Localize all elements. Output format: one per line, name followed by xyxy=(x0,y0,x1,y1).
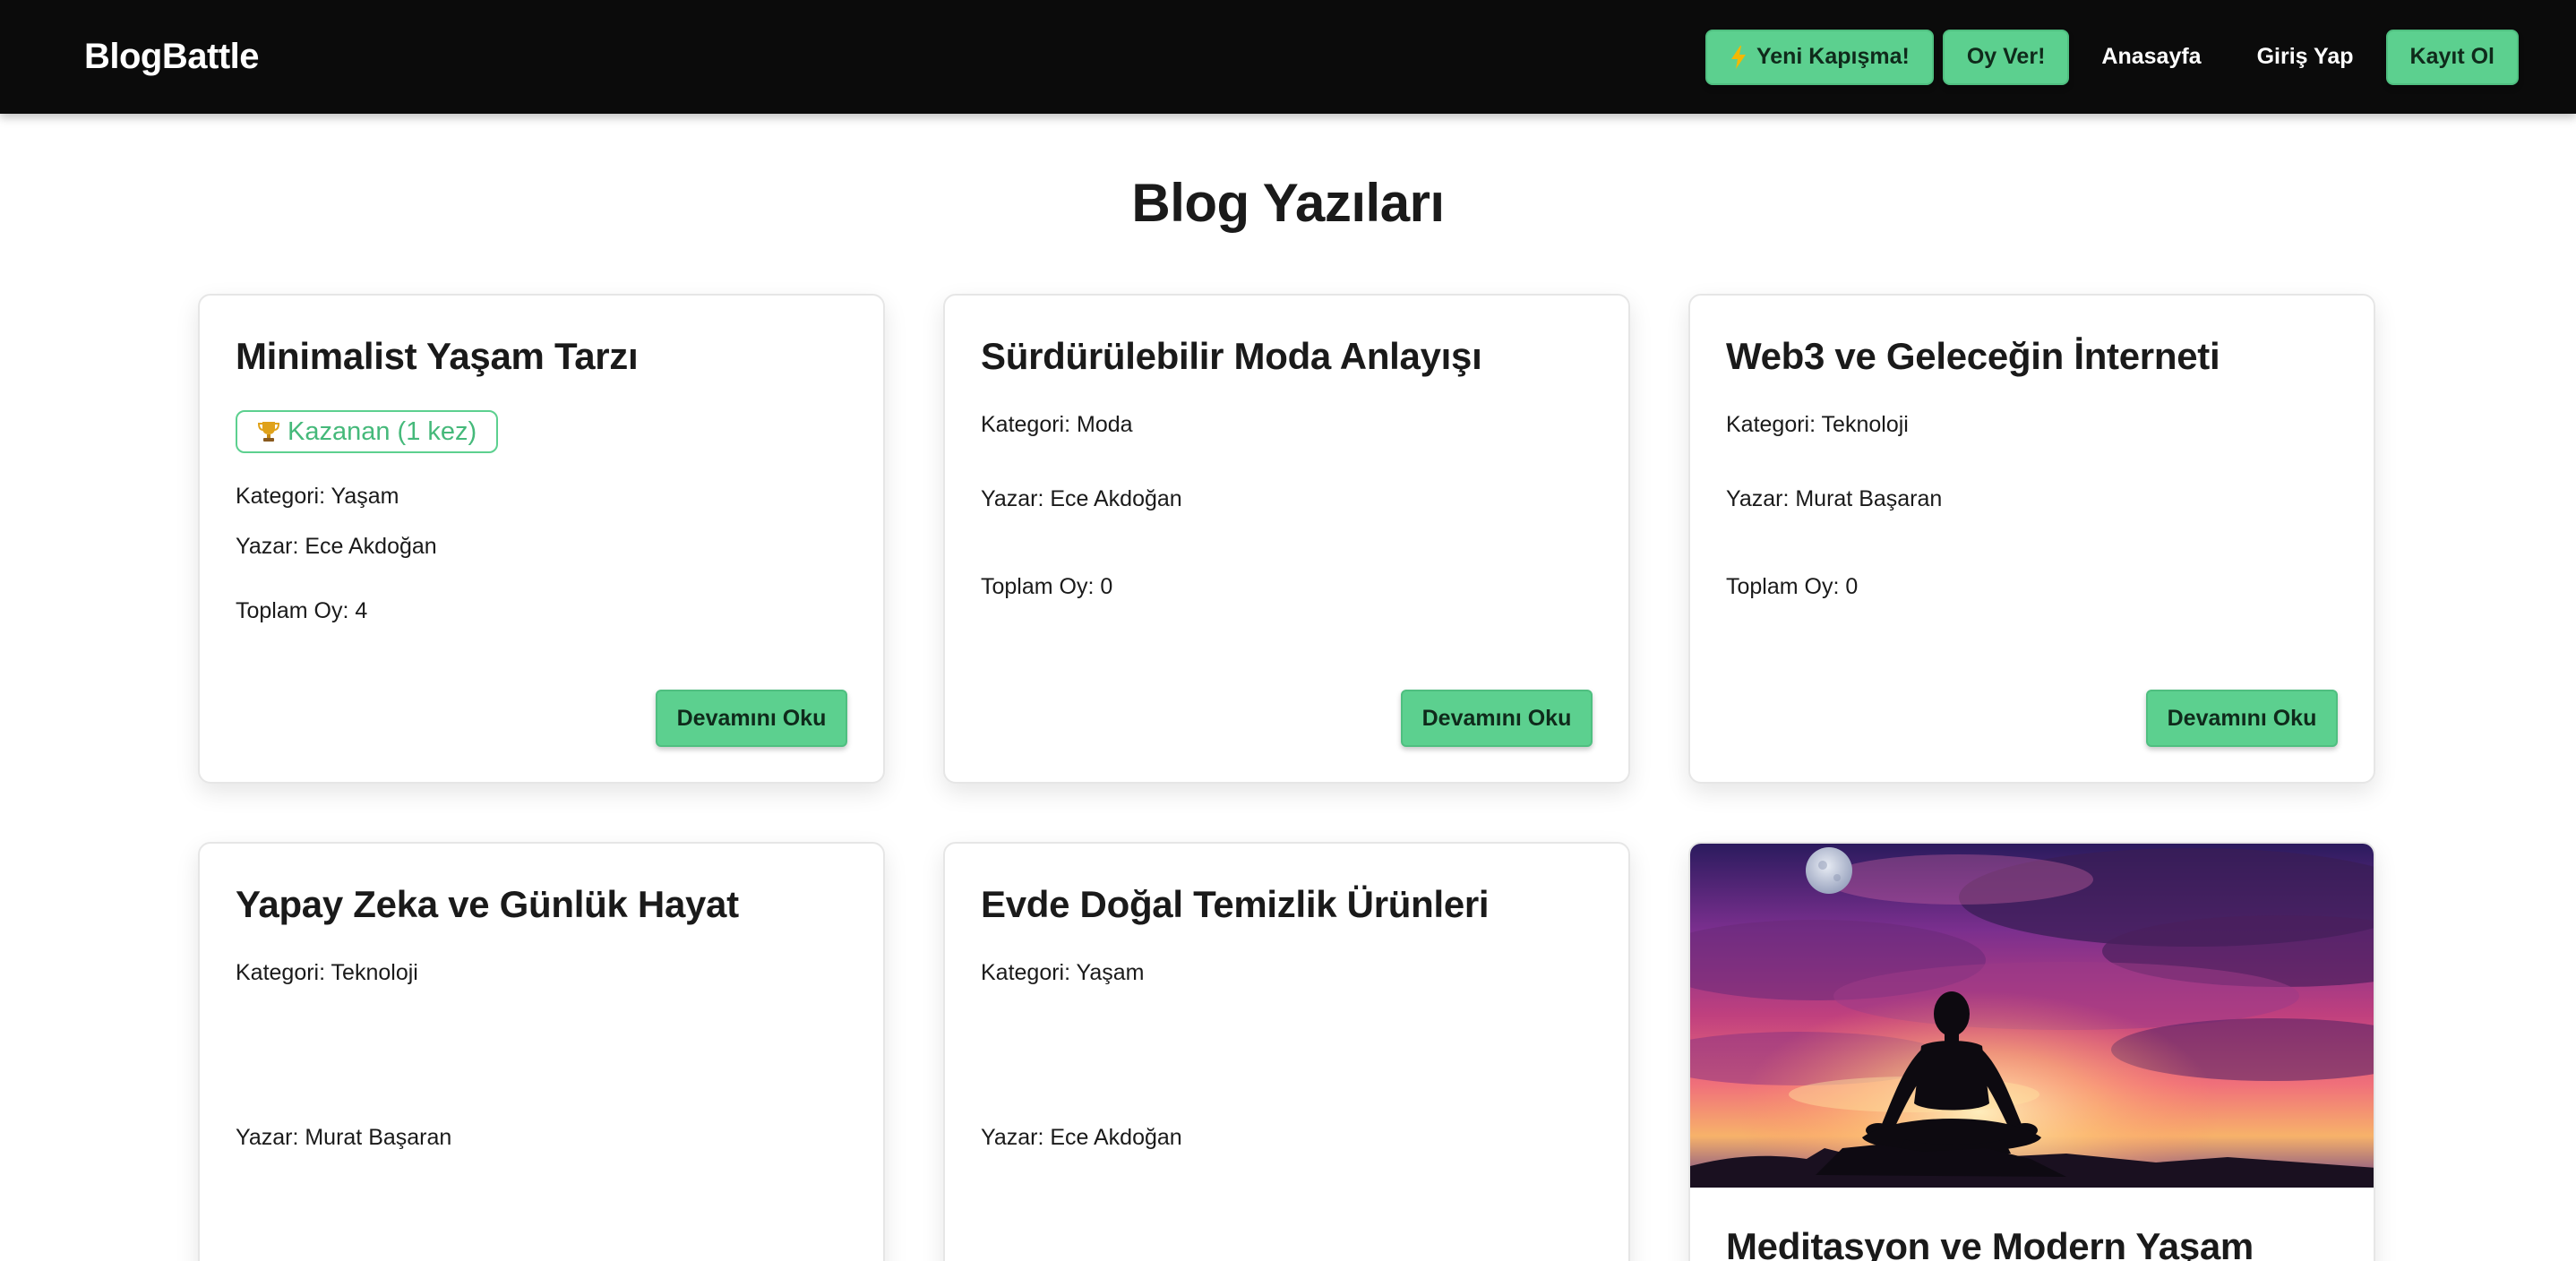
post-author: Yazar: Murat Başaran xyxy=(236,1125,452,1150)
post-title[interactable]: Minimalist Yaşam Tarzı xyxy=(236,335,639,378)
post-title[interactable]: Yapay Zeka ve Günlük Hayat xyxy=(236,883,739,926)
post-author: Yazar: Ece Akdoğan xyxy=(236,534,437,559)
winner-badge-label: Kazanan (1 kez) xyxy=(288,416,477,446)
trophy-icon xyxy=(257,422,280,442)
post-title[interactable]: Evde Doğal Temizlik Ürünleri xyxy=(981,883,1490,926)
home-link[interactable]: Anasayfa xyxy=(2078,30,2224,85)
post-category: Kategori: Teknoloji xyxy=(236,960,418,985)
lightning-icon xyxy=(1730,45,1746,69)
login-link[interactable]: Giriş Yap xyxy=(2234,30,2377,85)
post-category: Kategori: Yaşam xyxy=(981,960,1145,985)
post-votes: Toplam Oy: 4 xyxy=(236,598,368,623)
navbar: BlogBattle Yeni Kapışma! Oy Ver! Anasayf… xyxy=(0,0,2576,114)
read-more-button[interactable]: Devamını Oku xyxy=(2146,690,2338,747)
blog-card: Sürdürülebilir Moda Anlayışı Kategori: M… xyxy=(943,294,1630,784)
post-category: Kategori: Yaşam xyxy=(236,484,399,509)
new-battle-button[interactable]: Yeni Kapışma! xyxy=(1704,29,1934,85)
post-category: Kategori: Teknoloji xyxy=(1726,412,1909,437)
nav-actions: Yeni Kapışma! Oy Ver! Anasayfa Giriş Yap… xyxy=(1704,29,2519,85)
brand-logo[interactable]: BlogBattle xyxy=(84,37,260,77)
meditation-image-graphic xyxy=(1690,844,2374,1188)
post-author: Yazar: Ece Akdoğan xyxy=(981,1125,1182,1150)
meditation-sunset-image[interactable] xyxy=(1690,844,2374,1188)
register-label: Kayıt Ol xyxy=(2409,44,2494,69)
post-author: Yazar: Murat Başaran xyxy=(1726,486,1943,511)
blog-card: Yapay Zeka ve Günlük Hayat Kategori: Tek… xyxy=(198,842,885,1261)
post-title[interactable]: Sürdürülebilir Moda Anlayışı xyxy=(981,335,1482,378)
page-title: Blog Yazıları xyxy=(1131,173,1445,233)
register-button[interactable]: Kayıt Ol xyxy=(2385,29,2519,85)
post-title[interactable]: Web3 ve Geleceğin İnterneti xyxy=(1726,335,2220,378)
winner-badge: Kazanan (1 kez) xyxy=(236,410,499,453)
blog-card: Evde Doğal Temizlik Ürünleri Kategori: Y… xyxy=(943,842,1630,1261)
new-battle-label: Yeni Kapışma! xyxy=(1756,44,1910,69)
vote-label: Oy Ver! xyxy=(1966,44,2046,69)
blog-card: Web3 ve Geleceğin İnterneti Kategori: Te… xyxy=(1688,294,2375,784)
page: BlogBattle Yeni Kapışma! Oy Ver! Anasayf… xyxy=(0,0,2576,1261)
post-title[interactable]: Meditasyon ve Modern Yaşam xyxy=(1726,1225,2254,1261)
read-more-button[interactable]: Devamını Oku xyxy=(656,690,847,747)
read-more-button[interactable]: Devamını Oku xyxy=(1401,690,1593,747)
vote-button[interactable]: Oy Ver! xyxy=(1942,29,2070,85)
post-votes: Toplam Oy: 0 xyxy=(1726,574,1859,599)
post-author: Yazar: Ece Akdoğan xyxy=(981,486,1182,511)
post-votes: Toplam Oy: 0 xyxy=(981,574,1113,599)
blog-card: Meditasyon ve Modern Yaşam xyxy=(1688,842,2375,1261)
post-category: Kategori: Moda xyxy=(981,412,1133,437)
blog-card: Minimalist Yaşam Tarzı Kazanan (1 kez) K… xyxy=(198,294,885,784)
